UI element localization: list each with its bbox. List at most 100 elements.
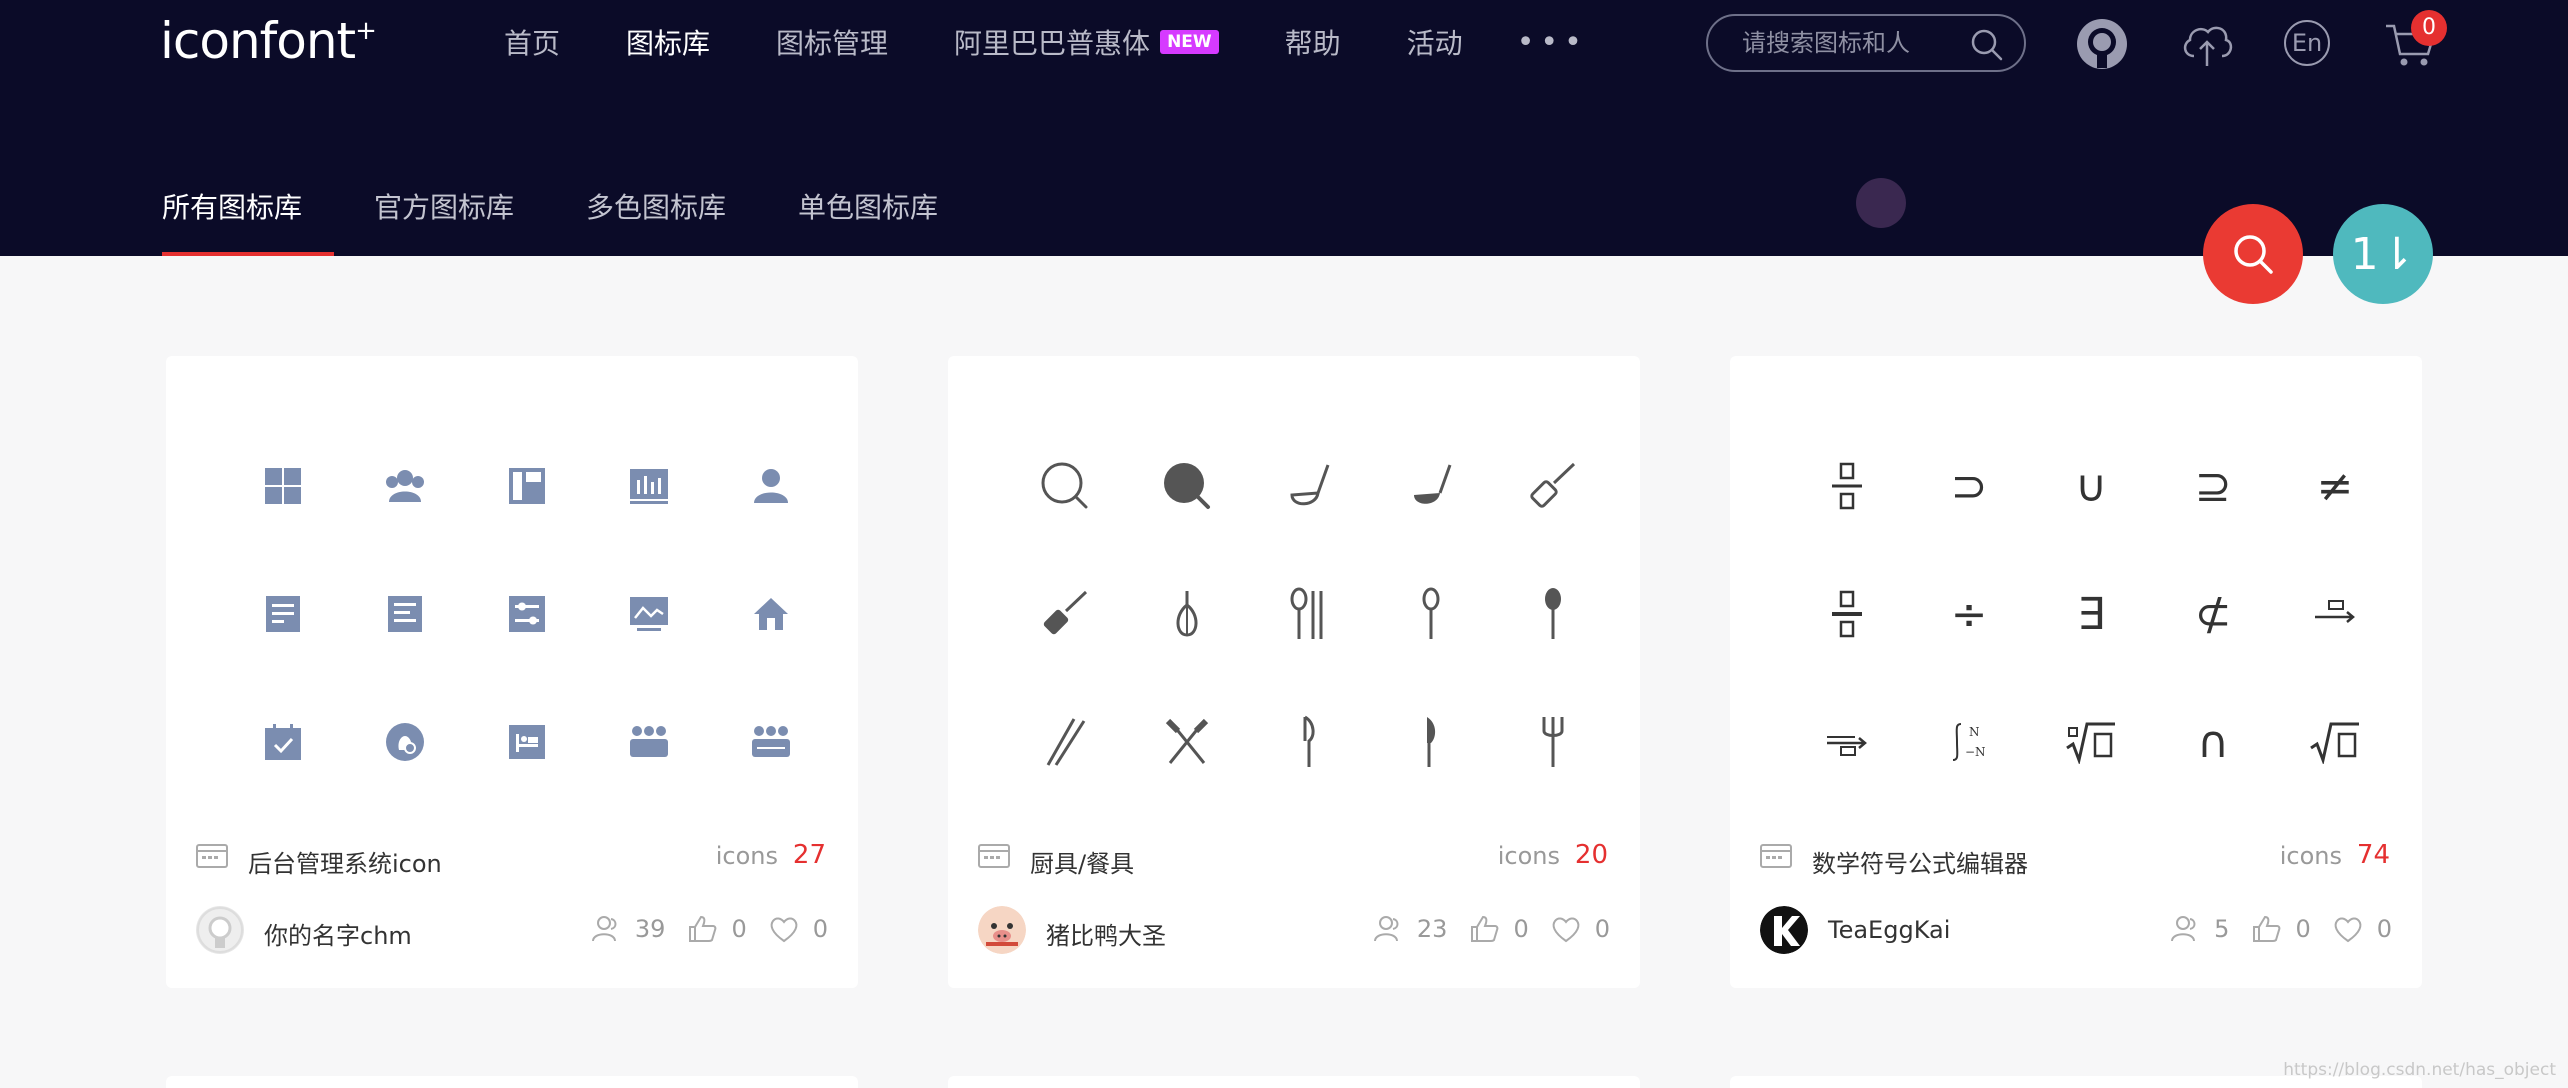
avatar[interactable] <box>978 906 1026 954</box>
search-box[interactable] <box>1706 14 2026 72</box>
icons-label: icons <box>2279 842 2342 870</box>
card-stats: 23 0 0 <box>1351 914 1610 944</box>
nav-icon-management[interactable]: 图标管理 <box>776 22 888 62</box>
followers-icon <box>1373 916 1399 942</box>
knife-outline-icon <box>1303 715 1315 767</box>
nav-icon-library[interactable]: 图标库 <box>626 22 710 62</box>
not-subset-icon: ⊄ <box>2194 588 2232 640</box>
money-bag-icon <box>386 723 424 761</box>
library-title[interactable]: 后台管理系统icon <box>248 844 442 879</box>
avatar[interactable] <box>196 906 244 954</box>
card-title-row: 厨具/餐具 icons 20 <box>978 840 1610 880</box>
watermark: https://blog.csdn.net/has_object <box>2283 1060 2556 1080</box>
exists-icon: ∃ <box>2077 588 2105 640</box>
magnifier-outline-icon <box>1041 462 1088 509</box>
likes-stat[interactable]: 0 <box>2251 914 2311 944</box>
ladle-outline-icon <box>1290 464 1330 506</box>
chopsticks-icon <box>1046 718 1086 766</box>
settings-slider-icon <box>509 596 545 632</box>
active-tab-indicator <box>162 252 334 256</box>
favorites-stat[interactable]: 0 <box>1551 915 1610 943</box>
github-icon[interactable] <box>2076 18 2128 70</box>
sort-icon: 1⇂ <box>2350 228 2416 280</box>
nav-home[interactable]: 首页 <box>504 22 560 62</box>
dashboard-icon <box>265 468 301 504</box>
card-stats: 5 0 0 <box>2148 914 2392 944</box>
spatula-filled-icon <box>1043 590 1088 635</box>
icons-count: 74 <box>2356 840 2390 870</box>
icons-label: icons <box>1497 842 1560 870</box>
k-avatar-icon <box>1760 906 1808 954</box>
library-card[interactable]: ⊃ ∪ ⊇ ≠ ÷ ∃ ⊄ N −N ∩ 数学符号公式编辑器 icons 74 T… <box>1730 356 2422 988</box>
favorites-stat[interactable]: 0 <box>2333 915 2392 943</box>
list-document-icon <box>388 596 422 632</box>
heart-icon <box>770 917 798 943</box>
meeting-icon <box>752 726 790 757</box>
spoon-fork-icon <box>1290 587 1323 639</box>
more-menu-icon[interactable]: ••• <box>1517 25 1588 60</box>
root-icon <box>2310 722 2359 764</box>
icons-count: 27 <box>792 840 826 870</box>
icon-preview-grid: ⊃ ∪ ⊇ ≠ ÷ ∃ ⊄ N −N ∩ <box>1786 436 2366 820</box>
fraction-icon <box>1832 590 1862 638</box>
whisk-icon <box>1176 591 1198 637</box>
library-card[interactable]: 后台管理系统icon icons 27 你的名字chm 39 0 0 <box>166 356 858 988</box>
followers-stat[interactable]: 39 <box>591 914 665 944</box>
pig-avatar-icon <box>978 906 1026 954</box>
likes-stat[interactable]: 0 <box>1469 914 1529 944</box>
divide-icon: ÷ <box>1950 588 1988 640</box>
card-author-row: 猪比鸭大圣 23 0 0 <box>978 904 1610 956</box>
nav-puhuiti[interactable]: 阿里巴巴普惠体 NEW <box>954 22 1219 62</box>
tab-official-libraries[interactable]: 官方图标库 <box>374 186 514 226</box>
upload-cloud-icon[interactable] <box>2180 18 2234 68</box>
followers-stat[interactable]: 23 <box>1373 914 1447 944</box>
iconfont-logo[interactable]: iconfont+ <box>160 12 377 70</box>
ladle-filled-icon <box>1414 464 1452 504</box>
nav-help[interactable]: 帮助 <box>1285 22 1341 62</box>
nth-root-icon <box>2066 722 2115 764</box>
followers-stat[interactable]: 5 <box>2170 914 2229 944</box>
calendar-check-icon <box>265 724 301 760</box>
library-title[interactable]: 数学符号公式编辑器 <box>1812 844 2028 879</box>
floating-search-button[interactable] <box>2203 204 2303 304</box>
thumbs-up-icon <box>1471 915 1499 942</box>
tab-monochrome-libraries[interactable]: 单色图标库 <box>798 186 938 226</box>
superset-equal-icon: ⊇ <box>2194 460 2232 512</box>
search-input[interactable] <box>1742 29 1962 57</box>
arrow-label-icon <box>1827 736 1867 756</box>
integral-limits-icon: N −N <box>1952 723 1986 761</box>
heart-icon <box>1552 917 1580 943</box>
favorites-stat[interactable]: 0 <box>769 915 828 943</box>
next-card-peek <box>948 1076 1640 1088</box>
default-avatar-icon <box>197 907 243 953</box>
new-badge: NEW <box>1160 30 1219 54</box>
card-author-row: 你的名字chm 39 0 0 <box>196 904 828 956</box>
svg-text:N: N <box>1969 725 1980 739</box>
card-author-row: TeaEggKai 5 0 0 <box>1760 904 2392 956</box>
spoon-icon <box>1422 587 1440 639</box>
avatar[interactable] <box>1760 906 1808 954</box>
tab-all-libraries[interactable]: 所有图标库 <box>162 186 302 226</box>
icon-preview-grid <box>222 436 802 820</box>
floating-sort-button[interactable]: 1⇂ <box>2333 204 2433 304</box>
author-name[interactable]: 你的名字chm <box>264 916 412 951</box>
library-card[interactable]: 厨具/餐具 icons 20 猪比鸭大圣 23 0 0 <box>948 356 1640 988</box>
language-icon[interactable]: En <box>2284 20 2330 66</box>
author-name[interactable]: 猪比鸭大圣 <box>1046 916 1166 951</box>
thumbs-up-icon <box>2253 915 2281 942</box>
search-icon[interactable] <box>1970 28 2004 62</box>
card-title-row: 后台管理系统icon icons 27 <box>196 840 828 880</box>
library-title[interactable]: 厨具/餐具 <box>1030 844 1134 879</box>
tab-multicolor-libraries[interactable]: 多色图标库 <box>586 186 726 226</box>
next-card-peek <box>166 1076 858 1088</box>
nav-activity[interactable]: 活动 <box>1407 22 1463 62</box>
thumbs-up-icon <box>689 915 717 942</box>
icon-preview-grid <box>1004 436 1584 820</box>
bar-report-icon <box>630 469 668 504</box>
library-tabs: 所有图标库 官方图标库 多色图标库 单色图标库 <box>162 186 1010 226</box>
likes-stat[interactable]: 0 <box>687 914 747 944</box>
spoon-filled-icon <box>1545 588 1561 639</box>
search-icon <box>2234 235 2273 274</box>
author-name[interactable]: TeaEggKai <box>1828 916 1950 944</box>
user-icon <box>754 469 788 503</box>
